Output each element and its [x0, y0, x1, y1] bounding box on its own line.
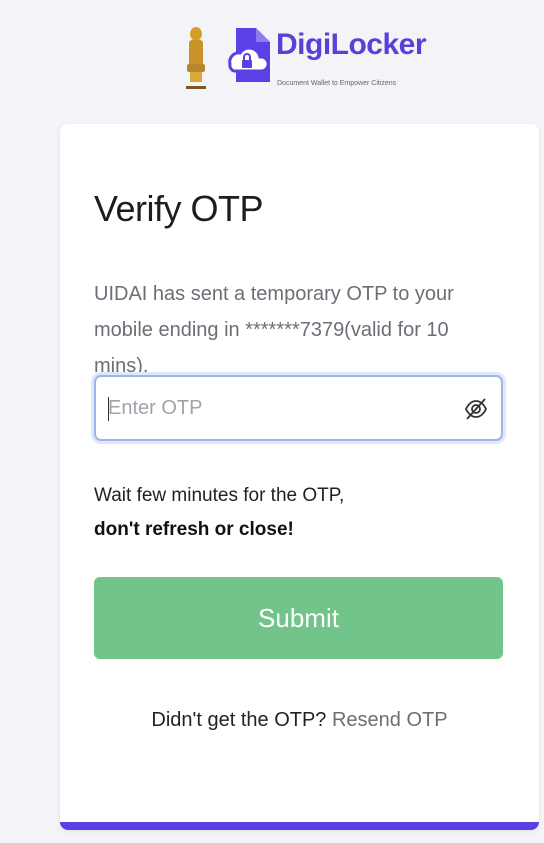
digilocker-cloud-lock-icon: [228, 28, 270, 82]
verify-otp-card: Verify OTP UIDAI has sent a temporary OT…: [60, 124, 539, 830]
national-emblem-icon: [186, 27, 206, 89]
eye-off-icon[interactable]: [463, 396, 489, 422]
otp-field[interactable]: [94, 375, 503, 441]
otp-sent-description: UIDAI has sent a temporary OTP to your m…: [94, 283, 454, 377]
header: DigiLocker Document Wallet to Empower Ci…: [0, 0, 544, 120]
resend-row: Didn't get the OTP? Resend OTP: [60, 709, 539, 732]
text-cursor: [108, 397, 109, 421]
submit-button[interactable]: Submit: [94, 577, 503, 659]
otp-input[interactable]: [108, 387, 448, 429]
brand-tagline: Document Wallet to Empower Citizens: [277, 80, 397, 87]
card-accent-bar: [60, 822, 539, 830]
wait-message: Wait few minutes for the OTP, don't refr…: [94, 479, 344, 547]
wait-message-line1: Wait few minutes for the OTP,: [94, 485, 345, 506]
resend-prompt: Didn't get the OTP?: [151, 709, 332, 731]
resend-otp-link[interactable]: Resend OTP: [332, 709, 448, 731]
page-title: Verify OTP: [94, 188, 264, 229]
brand-name: DigiLocker: [276, 28, 427, 61]
wait-message-warning: don't refresh or close!: [94, 519, 294, 540]
